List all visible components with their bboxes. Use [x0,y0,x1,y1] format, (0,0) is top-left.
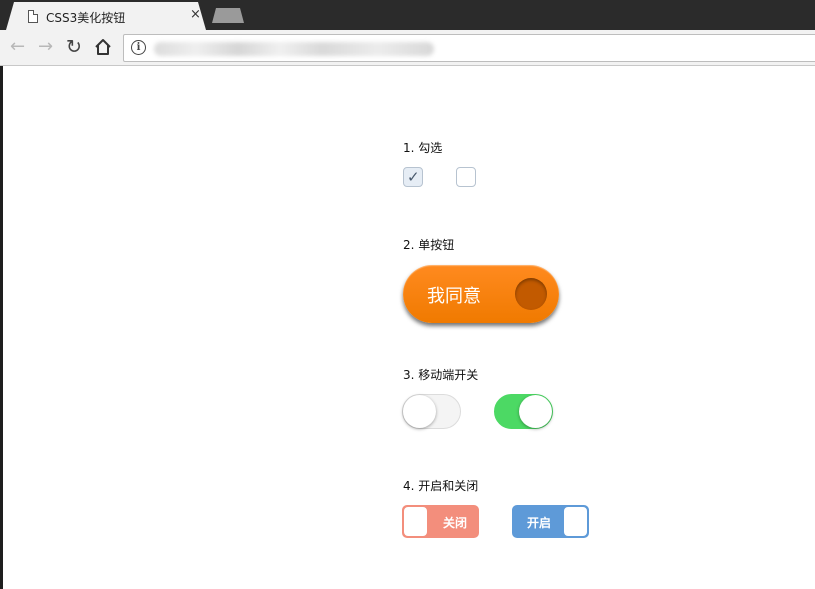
toggle-knob [403,506,428,537]
section-title-open-close: 4. 开启和关闭 [403,479,479,493]
page-document-icon [28,10,38,23]
home-icon[interactable] [94,38,112,56]
mobile-switch-off[interactable] [402,394,461,429]
tab-active[interactable]: CSS3美化按钮 × [6,2,206,30]
section-title-checkbox: 1. 勾选 [403,141,443,155]
reload-icon[interactable]: ↻ [66,37,82,57]
checkbox-unchecked[interactable] [456,167,476,187]
switch-knob [403,395,436,428]
switch-knob [519,395,552,428]
agree-knob [515,278,547,310]
close-toggle[interactable]: 关闭 [402,505,479,538]
forward-arrow-icon[interactable]: → [38,37,53,57]
mobile-switch-on[interactable] [494,394,553,429]
open-toggle[interactable]: 开启 [512,505,589,538]
info-icon[interactable]: i [131,40,146,55]
tab-close-button[interactable]: × [190,7,201,23]
section-title-single-button: 2. 单按钮 [403,238,455,252]
agree-label: 我同意 [427,286,481,307]
new-tab-button[interactable] [212,8,244,23]
address-bar[interactable]: i [123,34,815,62]
checkmark-icon: ✓ [407,168,420,186]
open-label: 开启 [527,516,552,530]
checkbox-checked[interactable]: ✓ [403,167,423,187]
tab-title: CSS3美化按钮 [46,11,126,25]
browser-toolbar: ← → ↻ i [0,30,815,66]
agree-toggle-button[interactable]: 我同意 [403,265,559,323]
url-text-redacted[interactable] [154,42,434,56]
window-edge [0,66,3,589]
close-label: 关闭 [443,516,468,530]
toggle-knob [563,506,588,537]
back-arrow-icon[interactable]: ← [10,37,25,57]
tab-strip: CSS3美化按钮 × [0,0,815,30]
section-title-mobile-switch: 3. 移动端开关 [403,368,479,382]
